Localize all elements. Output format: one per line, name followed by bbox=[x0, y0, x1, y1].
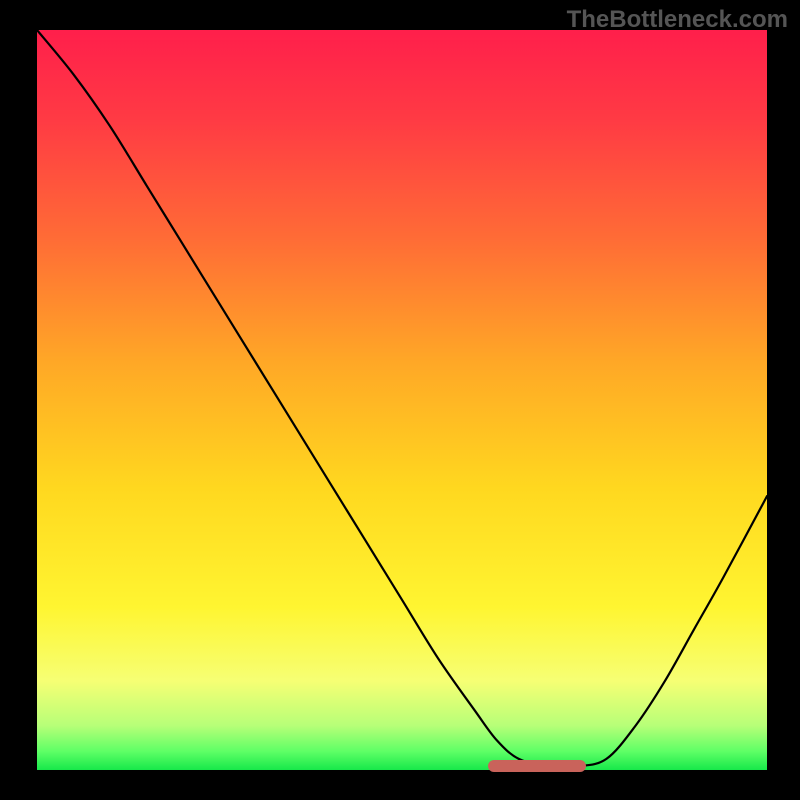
optimal-marker bbox=[488, 760, 587, 772]
plot-area bbox=[37, 30, 767, 770]
bottleneck-gradient-background bbox=[37, 30, 767, 770]
watermark-text: TheBottleneck.com bbox=[567, 6, 788, 34]
